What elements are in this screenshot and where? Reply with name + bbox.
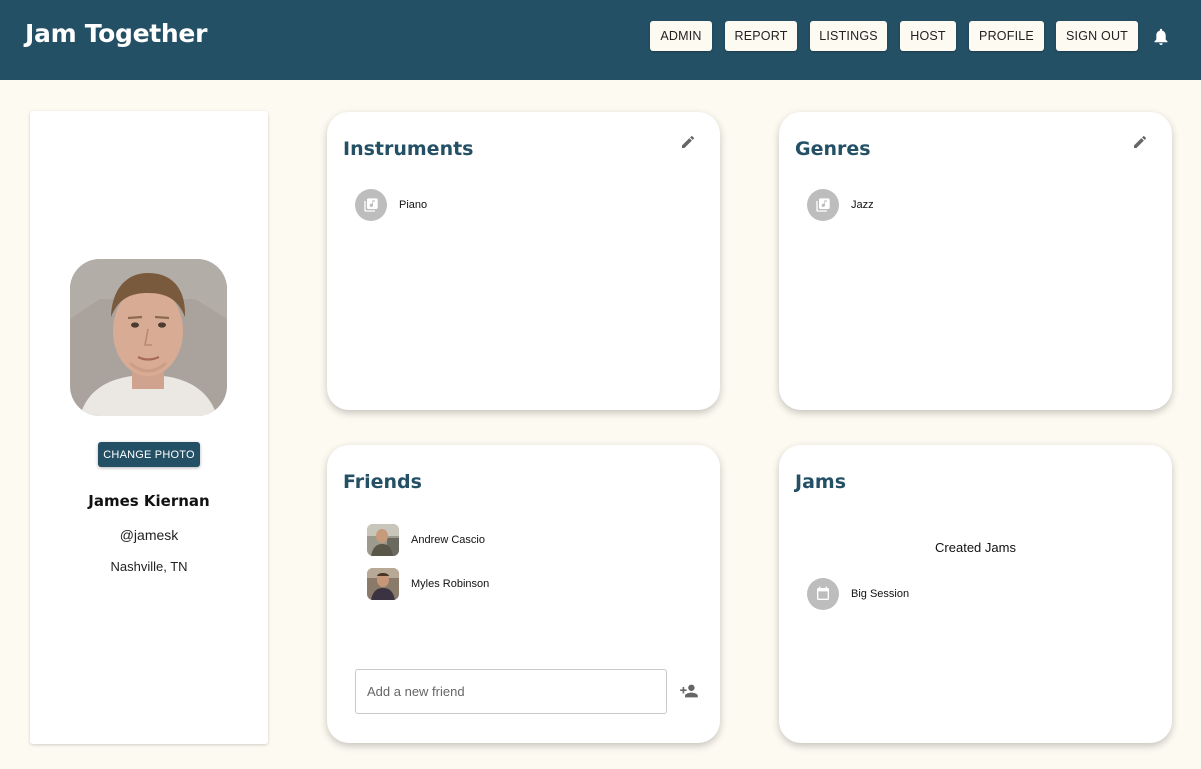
nav-listings-button[interactable]: LISTINGS: [810, 21, 887, 51]
friends-title: Friends: [343, 471, 422, 493]
profile-name: James Kiernan: [88, 492, 210, 510]
friends-card: Friends Andrew Cascio Myles Robinson: [327, 445, 720, 743]
jams-title: Jams: [795, 471, 846, 493]
genres-card: Genres Jazz: [779, 112, 1172, 410]
music-library-icon: [355, 189, 387, 221]
jam-label: Big Session: [851, 588, 910, 600]
jams-card: Jams Created Jams Big Session: [779, 445, 1172, 743]
friend-avatar: [367, 524, 399, 556]
genre-item: Jazz: [807, 189, 874, 221]
edit-genres-icon[interactable]: [1132, 134, 1148, 150]
change-photo-button[interactable]: CHANGE PHOTO: [98, 442, 200, 467]
bell-icon[interactable]: [1153, 28, 1169, 46]
top-app-bar: Jam Together ADMIN REPORT LISTINGS HOST …: [0, 0, 1201, 80]
add-friend-input[interactable]: [355, 669, 667, 714]
person-add-icon[interactable]: [679, 683, 699, 699]
friend-item[interactable]: Andrew Cascio: [367, 524, 485, 556]
friend-name: Andrew Cascio: [411, 534, 485, 546]
instrument-label: Piano: [399, 199, 428, 211]
nav-host-button[interactable]: HOST: [900, 21, 956, 51]
edit-instruments-icon[interactable]: [680, 134, 696, 150]
nav-report-button[interactable]: REPORT: [725, 21, 797, 51]
calendar-icon: [807, 578, 839, 610]
avatar: [70, 259, 227, 416]
nav-profile-button[interactable]: PROFILE: [969, 21, 1044, 51]
jam-item[interactable]: Big Session: [807, 578, 909, 610]
friend-avatar: [367, 568, 399, 600]
nav-admin-button[interactable]: ADMIN: [650, 21, 712, 51]
instruments-title: Instruments: [343, 138, 474, 160]
instruments-card: Instruments Piano: [327, 112, 720, 410]
profile-location: Nashville, TN: [110, 559, 188, 574]
profile-card: CHANGE PHOTO James Kiernan @jamesk Nashv…: [30, 111, 268, 744]
app-title[interactable]: Jam Together: [25, 19, 207, 48]
genres-title: Genres: [795, 138, 871, 160]
music-library-icon: [807, 189, 839, 221]
genre-label: Jazz: [851, 199, 874, 211]
friend-item[interactable]: Myles Robinson: [367, 568, 489, 600]
created-jams-heading: Created Jams: [935, 540, 1016, 555]
profile-handle: @jamesk: [119, 527, 179, 543]
friend-name: Myles Robinson: [411, 578, 490, 590]
instrument-item: Piano: [355, 189, 427, 221]
nav-sign-out-button[interactable]: SIGN OUT: [1056, 21, 1138, 51]
